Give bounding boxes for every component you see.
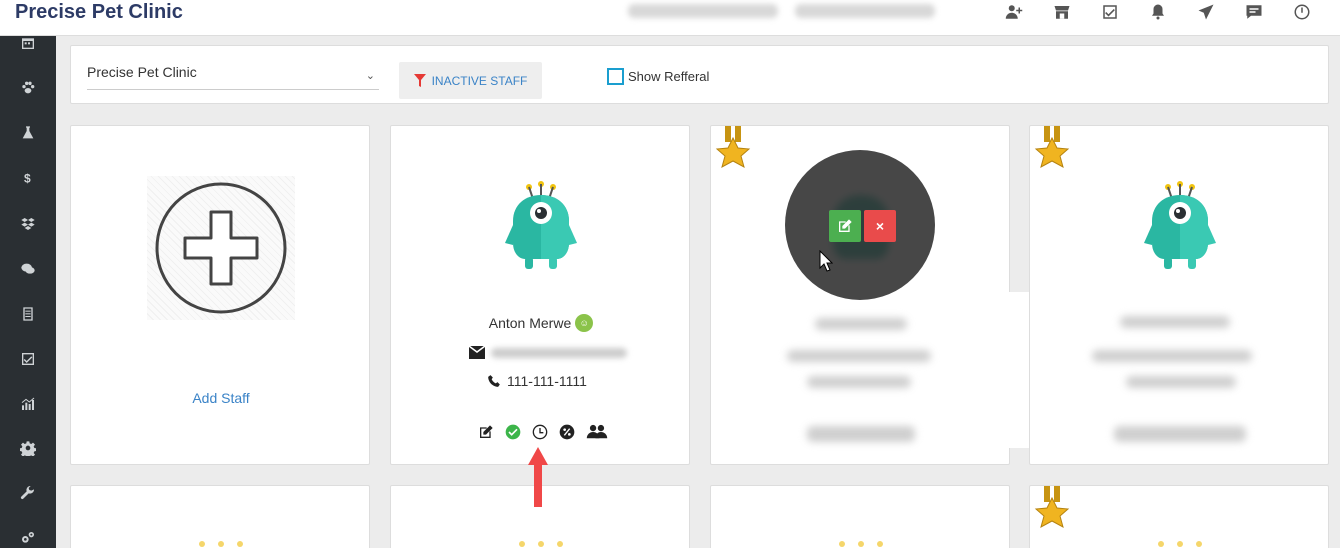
top-bar: Precise Pet Clinic <box>0 0 1340 36</box>
user-plus-icon[interactable] <box>990 0 1038 24</box>
sidebar: $ <box>0 36 56 548</box>
staff-phone: 111-111-1111 <box>507 373 587 389</box>
checkbox-icon[interactable] <box>1086 0 1134 24</box>
send-icon[interactable] <box>1182 0 1230 24</box>
sidebar-item-calendar[interactable] <box>0 32 56 54</box>
show-referral-checkbox[interactable] <box>607 68 624 85</box>
show-referral-toggle[interactable]: Show Refferal <box>607 68 709 85</box>
chat-icon[interactable] <box>1230 0 1278 24</box>
blurred-search-placeholder[interactable] <box>795 4 935 18</box>
check-icon <box>22 353 34 365</box>
sidebar-item-tools[interactable] <box>0 483 56 505</box>
svg-text:$: $ <box>24 172 31 186</box>
staff-card[interactable]: × <box>710 125 1010 465</box>
group-icon[interactable] <box>585 423 609 441</box>
staff-card[interactable]: Anton Merwe ☺ 111-111-1111 <box>390 125 690 465</box>
white-strip <box>1004 292 1030 448</box>
avatar-antennae <box>839 541 883 548</box>
top-toolbar <box>990 0 1326 24</box>
store-icon[interactable] <box>1038 0 1086 24</box>
sidebar-item-messages[interactable] <box>0 258 56 280</box>
phone-icon <box>488 375 500 387</box>
staff-actions <box>477 423 609 441</box>
role-badge-icon: ☺ <box>575 314 594 332</box>
percent-icon[interactable] <box>558 423 576 441</box>
edit-icon[interactable] <box>477 423 495 441</box>
delete-button[interactable]: × <box>864 210 896 242</box>
medal-star-icon <box>1034 486 1070 529</box>
sidebar-item-admin[interactable] <box>0 527 56 548</box>
paw-icon <box>22 81 35 94</box>
add-staff-graphic[interactable] <box>147 176 295 320</box>
chat-icon <box>21 263 35 274</box>
staff-email-row <box>469 346 627 359</box>
medal-star-icon <box>1034 126 1070 169</box>
staff-filter-bar: Precise Pet Clinic ⌄ INACTIVE STAFF Show… <box>70 45 1329 104</box>
clock-icon[interactable] <box>1278 0 1326 24</box>
chart-icon <box>21 397 35 410</box>
envelope-icon <box>469 346 485 359</box>
sidebar-item-inventory[interactable] <box>0 213 56 235</box>
bell-icon[interactable] <box>1134 0 1182 24</box>
mouse-cursor-icon <box>819 250 833 272</box>
staff-card[interactable] <box>1029 485 1329 548</box>
sidebar-item-reports[interactable] <box>0 393 56 415</box>
staff-avatar <box>1144 181 1216 269</box>
sidebar-item-records[interactable] <box>0 303 56 325</box>
staff-card[interactable] <box>710 485 1010 548</box>
active-check-icon[interactable] <box>504 423 522 441</box>
sidebar-item-patients[interactable] <box>0 77 56 99</box>
inactive-staff-button[interactable]: INACTIVE STAFF <box>399 62 542 99</box>
sidebar-item-tasks[interactable] <box>0 348 56 370</box>
staff-card[interactable] <box>70 485 370 548</box>
staff-avatar <box>505 181 577 269</box>
show-referral-label: Show Refferal <box>628 69 710 84</box>
schedule-clock-icon[interactable] <box>531 423 549 441</box>
sidebar-item-billing[interactable]: $ <box>0 167 56 189</box>
clinic-select[interactable]: Precise Pet Clinic ⌄ <box>87 60 379 90</box>
chevron-down-icon: ⌄ <box>365 70 375 82</box>
edit-icon <box>839 219 852 232</box>
staff-phone-row: 111-111-1111 <box>487 373 587 389</box>
wrench-icon <box>20 486 35 500</box>
brand-title[interactable]: Precise Pet Clinic <box>15 0 183 24</box>
add-staff-card[interactable]: Add Staff <box>70 125 370 465</box>
close-icon: × <box>875 218 885 234</box>
medal-star-icon <box>715 126 751 169</box>
staff-name[interactable]: Anton Merwe <box>489 315 571 331</box>
sidebar-item-lab[interactable] <box>0 122 56 144</box>
inactive-staff-label: INACTIVE STAFF <box>431 73 528 88</box>
staff-name-row: Anton Merwe ☺ <box>391 314 689 332</box>
edit-button[interactable] <box>829 210 861 242</box>
dollar-icon: $ <box>24 172 31 186</box>
add-staff-link[interactable]: Add Staff <box>71 390 369 406</box>
sidebar-item-settings[interactable] <box>0 437 56 459</box>
staff-email-blurred <box>491 347 627 358</box>
avatar-antennae <box>1158 541 1202 548</box>
gear-icon <box>20 441 36 456</box>
blurred-datetime <box>628 4 778 18</box>
staff-card[interactable] <box>1029 125 1329 465</box>
filter-icon <box>413 73 426 87</box>
clinic-select-value: Precise Pet Clinic <box>87 64 197 80</box>
avatar-antennae <box>199 541 243 548</box>
plus-circle-icon <box>155 182 287 314</box>
calendar-icon <box>22 38 34 49</box>
annotation-arrow-icon <box>528 447 548 507</box>
flask-icon <box>22 126 34 139</box>
list-icon <box>23 307 33 321</box>
dropbox-icon <box>21 218 35 230</box>
avatar-antennae <box>519 541 563 548</box>
gears-icon <box>22 532 34 543</box>
